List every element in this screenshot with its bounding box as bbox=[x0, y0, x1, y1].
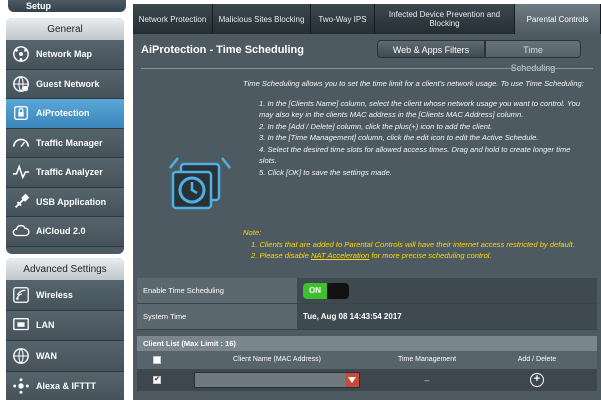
step-item: 1. In the [Clients Name] column, select … bbox=[259, 98, 581, 120]
sidebar-item-usb-application[interactable]: USB Application bbox=[6, 187, 124, 217]
time-management-cell: – bbox=[424, 375, 430, 385]
enable-time-scheduling-toggle[interactable]: ON bbox=[303, 282, 349, 299]
tab-two-way-ips[interactable]: Two-Way IPS bbox=[311, 4, 375, 34]
row-checkbox[interactable]: ✔ bbox=[153, 376, 161, 384]
subtab-web-apps-filters[interactable]: Web & Apps Filters bbox=[377, 40, 485, 58]
table-row: ✔ – + bbox=[137, 369, 597, 391]
sidebar-item-wireless[interactable]: Wireless bbox=[6, 280, 124, 311]
enable-time-scheduling-cell: ON bbox=[297, 278, 597, 303]
client-mac-input[interactable] bbox=[195, 373, 345, 387]
sidebar-item-label: Traffic Analyzer bbox=[36, 167, 103, 178]
add-delete-cell: + bbox=[477, 373, 597, 387]
note-title: Note: bbox=[243, 228, 262, 237]
sidebar-item-label: AiProtection bbox=[36, 108, 90, 119]
sidebar-item-label: Alexa & IFTTT bbox=[36, 381, 97, 392]
main-panel: AiProtection - Time Scheduling Web & App… bbox=[133, 34, 601, 400]
sidebar-item-label: Guest Network bbox=[36, 78, 100, 89]
sidebar: Setup General Network Map Guest Network … bbox=[0, 0, 126, 400]
time-scheduling-clock-icon bbox=[167, 154, 233, 214]
step-item: 2. In the [Add / Delete] column, click t… bbox=[259, 121, 493, 131]
client-list-title: Client List (Max Limit : 16) bbox=[137, 336, 597, 351]
lan-icon bbox=[12, 316, 30, 334]
sidebar-item-label: WAN bbox=[36, 350, 57, 361]
aiprotection-lock-icon bbox=[12, 104, 30, 122]
tab-network-protection[interactable]: Network Protection bbox=[133, 4, 213, 34]
nat-acceleration-link[interactable]: NAT Acceleration bbox=[311, 251, 369, 260]
page-title: AiProtection - Time Scheduling bbox=[141, 44, 304, 56]
row-check-cell: ✔ bbox=[137, 376, 177, 384]
step-item: 5. Click [OK] to save the settings made. bbox=[259, 167, 392, 177]
steps-list: 1. In the [Clients Name] column, select … bbox=[243, 98, 589, 179]
settings-table: Enable Time Scheduling ON System Time Tu… bbox=[137, 278, 597, 330]
column-add-delete: Add / Delete bbox=[517, 356, 557, 363]
sidebar-item-label: Traffic Manager bbox=[36, 137, 103, 148]
system-time-value: Tue, Aug 08 14:43:54 2017 bbox=[297, 304, 597, 329]
tab-malicious-sites-blocking[interactable]: Malicious Sites Blocking bbox=[213, 4, 311, 34]
add-client-plus-icon[interactable]: + bbox=[530, 373, 544, 387]
time-scheduling-description: Time Scheduling allows you to set the ti… bbox=[243, 78, 589, 178]
general-menu: General Network Map Guest Network AiProt… bbox=[6, 18, 124, 254]
alexa-ifttt-icon bbox=[12, 377, 30, 395]
system-time-label: System Time bbox=[137, 304, 297, 329]
client-list: Client List (Max Limit : 16) Client Name… bbox=[137, 336, 597, 391]
wireless-icon bbox=[12, 286, 30, 304]
sidebar-item-network-map[interactable]: Network Map bbox=[6, 40, 124, 70]
enable-time-scheduling-row: Enable Time Scheduling ON bbox=[137, 278, 597, 304]
usb-icon bbox=[12, 193, 30, 211]
traffic-analyzer-pulse-icon bbox=[12, 163, 30, 181]
note-text: for more precise scheduling control. bbox=[369, 251, 492, 260]
intro-text: Time Scheduling allows you to set the ti… bbox=[243, 79, 584, 88]
sidebar-item-traffic-manager[interactable]: Traffic Manager bbox=[6, 128, 124, 158]
advanced-header: Advanced Settings bbox=[6, 258, 124, 280]
subtab-time-scheduling[interactable]: Time Scheduling bbox=[485, 40, 581, 73]
sidebar-item-label: LAN bbox=[36, 320, 55, 331]
sidebar-item-label: Wireless bbox=[36, 289, 73, 300]
note-block: Note: 1. Clients that are added to Paren… bbox=[243, 227, 589, 262]
chevron-down-icon bbox=[348, 377, 356, 383]
network-map-icon bbox=[12, 45, 30, 63]
client-name-field bbox=[194, 372, 360, 388]
sidebar-item-guest-network[interactable]: Guest Network bbox=[6, 69, 124, 99]
client-dropdown-button[interactable] bbox=[345, 373, 359, 387]
sidebar-item-traffic-analyzer[interactable]: Traffic Analyzer bbox=[6, 158, 124, 188]
select-all-checkbox[interactable] bbox=[153, 356, 161, 364]
title-divider bbox=[141, 68, 593, 69]
traffic-manager-gauge-icon bbox=[12, 134, 30, 152]
setup-button[interactable]: Setup bbox=[8, 0, 126, 12]
note-list: 1. Clients that are added to Parental Co… bbox=[243, 239, 589, 262]
note-item: 2. Please disable NAT Acceleration for m… bbox=[243, 250, 589, 262]
sidebar-item-wan[interactable]: WAN bbox=[6, 341, 124, 372]
column-time-management: Time Management bbox=[397, 356, 457, 363]
toggle-knob bbox=[327, 282, 349, 299]
toggle-on-label: ON bbox=[303, 282, 327, 299]
general-header: General bbox=[6, 18, 124, 40]
advanced-menu: Advanced Settings Wireless LAN WAN Alexa… bbox=[6, 258, 124, 400]
tab-parental-controls[interactable]: Parental Controls bbox=[515, 4, 601, 34]
sidebar-item-aiprotection[interactable]: AiProtection bbox=[6, 99, 124, 129]
parental-subtabs: Web & Apps Filters Time Scheduling bbox=[377, 40, 581, 73]
sidebar-item-aicloud[interactable]: AiCloud 2.0 bbox=[6, 217, 124, 247]
sidebar-item-label: Network Map bbox=[36, 49, 93, 60]
note-item: 1. Clients that are added to Parental Co… bbox=[251, 239, 575, 249]
select-all-cell bbox=[137, 351, 177, 369]
sidebar-item-label: AiCloud 2.0 bbox=[36, 226, 86, 237]
cloud-icon bbox=[12, 222, 30, 240]
column-client-name: Client Name (MAC Address) bbox=[233, 356, 321, 363]
enable-time-scheduling-label: Enable Time Scheduling bbox=[137, 278, 297, 303]
step-item: 4. Select the desired time slots for all… bbox=[259, 144, 571, 166]
guest-network-icon bbox=[12, 75, 30, 93]
sidebar-item-lan[interactable]: LAN bbox=[6, 310, 124, 341]
wan-globe-icon bbox=[12, 347, 30, 365]
sidebar-item-label: USB Application bbox=[36, 196, 107, 207]
client-name-cell bbox=[177, 372, 377, 388]
system-time-row: System Time Tue, Aug 08 14:43:54 2017 bbox=[137, 304, 597, 330]
aiprotection-tabs: Network Protection Malicious Sites Block… bbox=[133, 4, 601, 34]
sidebar-item-alexa-ifttt[interactable]: Alexa & IFTTT bbox=[6, 371, 124, 400]
step-item: 3. In the [Time Management] column, clic… bbox=[259, 133, 539, 142]
tab-infected-device-prevention[interactable]: Infected Device Prevention and Blocking bbox=[375, 4, 515, 34]
client-list-header: Client Name (MAC Address) Time Managemen… bbox=[137, 351, 597, 369]
note-text: 2. Please disable bbox=[251, 251, 311, 260]
